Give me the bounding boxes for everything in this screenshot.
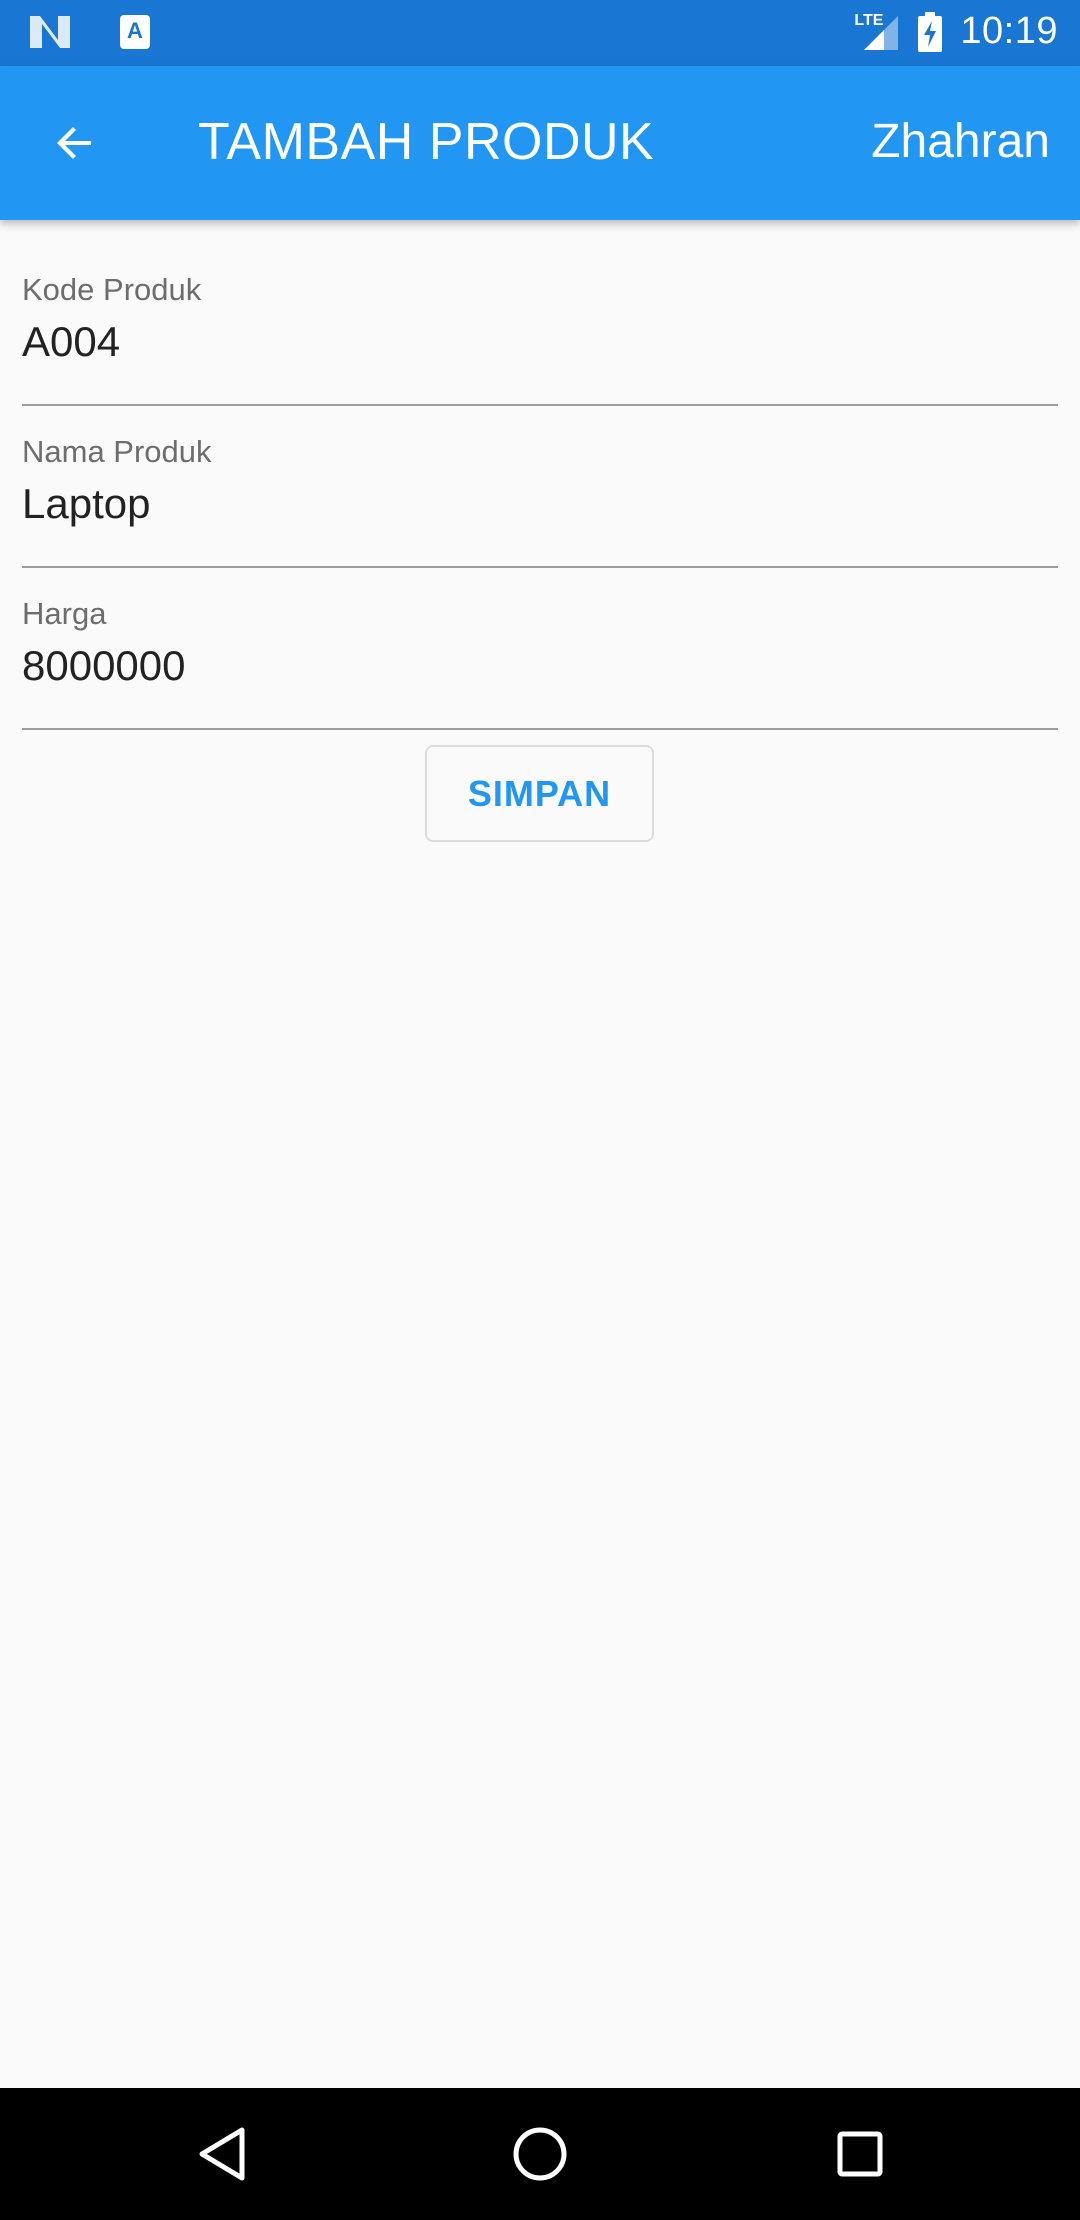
signal-icon: LTE — [854, 12, 900, 52]
status-time: 10:19 — [960, 10, 1058, 52]
app-bar: TAMBAH PRODUK Zhahran — [0, 66, 1080, 220]
back-triangle-icon — [199, 2127, 245, 2181]
price-input[interactable] — [22, 642, 1022, 690]
price-label: Harga — [22, 596, 107, 631]
user-name[interactable]: Zhahran — [871, 114, 1050, 169]
product-code-label: Kode Produk — [22, 272, 202, 307]
nav-back-button[interactable] — [192, 2124, 252, 2184]
arrow-back-icon — [57, 127, 91, 159]
product-code-input[interactable] — [22, 318, 1022, 366]
back-button[interactable] — [40, 108, 110, 178]
battery-charging-icon — [918, 11, 943, 52]
price-field[interactable]: Harga — [22, 590, 1058, 730]
page-title: TAMBAH PRODUK — [198, 113, 655, 171]
product-code-field[interactable]: Kode Produk — [22, 266, 1058, 406]
product-name-field[interactable]: Nama Produk — [22, 428, 1058, 568]
save-button[interactable]: SIMPAN — [425, 745, 654, 842]
product-name-input[interactable] — [22, 480, 1022, 528]
home-circle-icon — [513, 2127, 567, 2181]
text-a-icon: A — [120, 15, 150, 49]
product-name-label: Nama Produk — [22, 434, 212, 469]
recents-square-icon — [837, 2131, 883, 2177]
navigation-bar — [0, 2088, 1080, 2220]
n-logo-icon — [30, 16, 70, 48]
status-bar: A LTE 10:19 — [0, 0, 1080, 66]
nav-recents-button[interactable] — [830, 2124, 890, 2184]
nav-home-button[interactable] — [510, 2124, 570, 2184]
